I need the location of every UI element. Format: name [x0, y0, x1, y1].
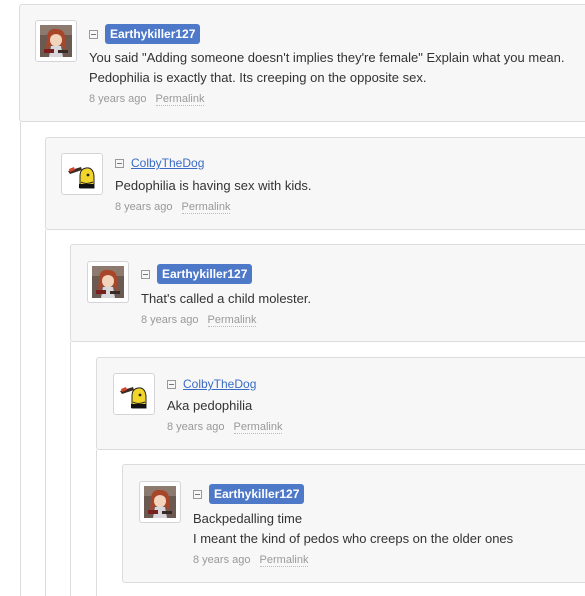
anime-girl-avatar-icon	[144, 486, 176, 518]
permalink-link[interactable]: Permalink	[259, 554, 309, 567]
comment-meta: 8 years ago Permalink	[115, 201, 231, 214]
avatar[interactable]	[35, 20, 77, 62]
timestamp: 8 years ago	[115, 201, 173, 213]
yellow-dog-avatar-icon	[118, 378, 150, 410]
timestamp: 8 years ago	[141, 314, 199, 326]
permalink-link[interactable]: Permalink	[233, 421, 283, 434]
username-badge[interactable]: Earthykiller127	[209, 484, 305, 504]
comment-line: Pedophilia is having sex with kids.	[115, 178, 312, 193]
comment-thread: Earthykiller127 You said "Adding someone…	[0, 0, 585, 596]
thread-rail	[45, 230, 46, 596]
collapse-toggle-icon[interactable]	[193, 489, 202, 499]
comment-meta: 8 years ago Permalink	[167, 421, 283, 434]
username-badge[interactable]: Earthykiller127	[157, 264, 253, 284]
comment-meta: 8 years ago Permalink	[89, 93, 205, 106]
comment-body: Aka pedophilia	[167, 396, 252, 416]
comment-line: Backpedalling time	[193, 511, 303, 526]
avatar[interactable]	[113, 373, 155, 415]
thread-rail	[20, 122, 21, 596]
comment-body: That's called a child molester.	[141, 289, 311, 309]
collapse-toggle-icon[interactable]	[89, 29, 98, 39]
comment-line: I meant the kind of pedos who creeps on …	[193, 531, 514, 546]
anime-girl-avatar-icon	[92, 266, 124, 298]
username-link[interactable]: ColbyTheDog	[131, 156, 204, 170]
collapse-toggle-icon[interactable]	[141, 269, 150, 279]
permalink-link[interactable]: Permalink	[181, 201, 231, 214]
avatar[interactable]	[61, 153, 103, 195]
avatar[interactable]	[87, 261, 129, 303]
comment-body: Pedophilia is having sex with kids.	[115, 176, 312, 196]
thread-rail	[96, 450, 97, 596]
comment-meta: 8 years ago Permalink	[141, 314, 257, 327]
comment-body: Backpedalling time I meant the kind of p…	[193, 509, 513, 549]
comment-meta: 8 years ago Permalink	[193, 554, 309, 567]
timestamp: 8 years ago	[193, 554, 251, 566]
collapse-toggle-icon[interactable]	[167, 379, 176, 389]
comment-body: You said "Adding someone doesn't implies…	[89, 48, 565, 88]
username-link[interactable]: ColbyTheDog	[183, 377, 256, 391]
permalink-link[interactable]: Permalink	[207, 314, 257, 327]
timestamp: 8 years ago	[167, 421, 225, 433]
thread-rail	[70, 342, 71, 596]
permalink-link[interactable]: Permalink	[155, 93, 205, 106]
comment-line: Pedophilia is exactly that. Its creeping…	[89, 70, 427, 85]
timestamp: 8 years ago	[89, 93, 147, 105]
comment-line: That's called a child molester.	[141, 291, 312, 306]
username-badge[interactable]: Earthykiller127	[105, 24, 201, 44]
comment-line: You said "Adding someone doesn't implies…	[89, 50, 565, 65]
anime-girl-avatar-icon	[40, 25, 72, 57]
comment-line: Aka pedophilia	[167, 398, 253, 413]
avatar[interactable]	[139, 481, 181, 523]
yellow-dog-avatar-icon	[66, 158, 98, 190]
collapse-toggle-icon[interactable]	[115, 158, 124, 168]
